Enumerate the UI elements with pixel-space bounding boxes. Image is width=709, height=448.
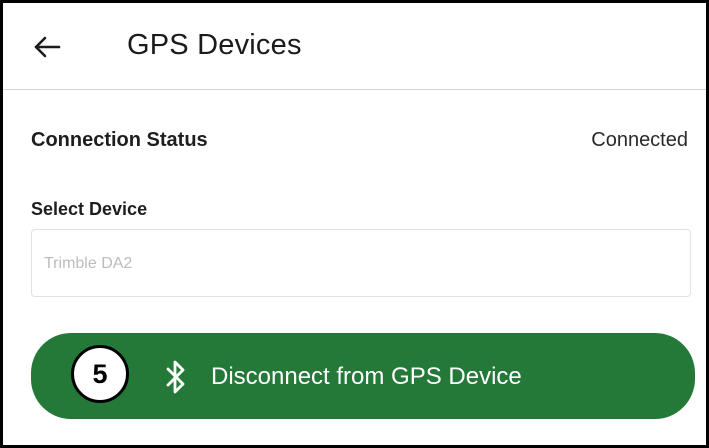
connection-status-label: Connection Status: [31, 129, 208, 151]
back-button[interactable]: [25, 25, 69, 69]
page-title: GPS Devices: [127, 29, 302, 61]
disconnect-gps-button[interactable]: 5 Disconnect from GPS Device: [31, 333, 695, 419]
disconnect-button-label: Disconnect from GPS Device: [211, 363, 522, 390]
device-select-field[interactable]: [31, 229, 691, 298]
connection-status-row: Connection Status Connected: [31, 127, 688, 157]
bluetooth-icon: [166, 360, 185, 394]
app-header: GPS Devices: [3, 3, 706, 90]
step-number-badge: 5: [71, 345, 129, 403]
device-select-input[interactable]: [42, 230, 646, 298]
connection-status-value: Connected: [591, 129, 688, 151]
arrow-left-icon: [34, 36, 61, 58]
screen-frame: GPS Devices Connection Status Connected …: [0, 0, 709, 448]
select-device-label: Select Device: [31, 199, 148, 219]
